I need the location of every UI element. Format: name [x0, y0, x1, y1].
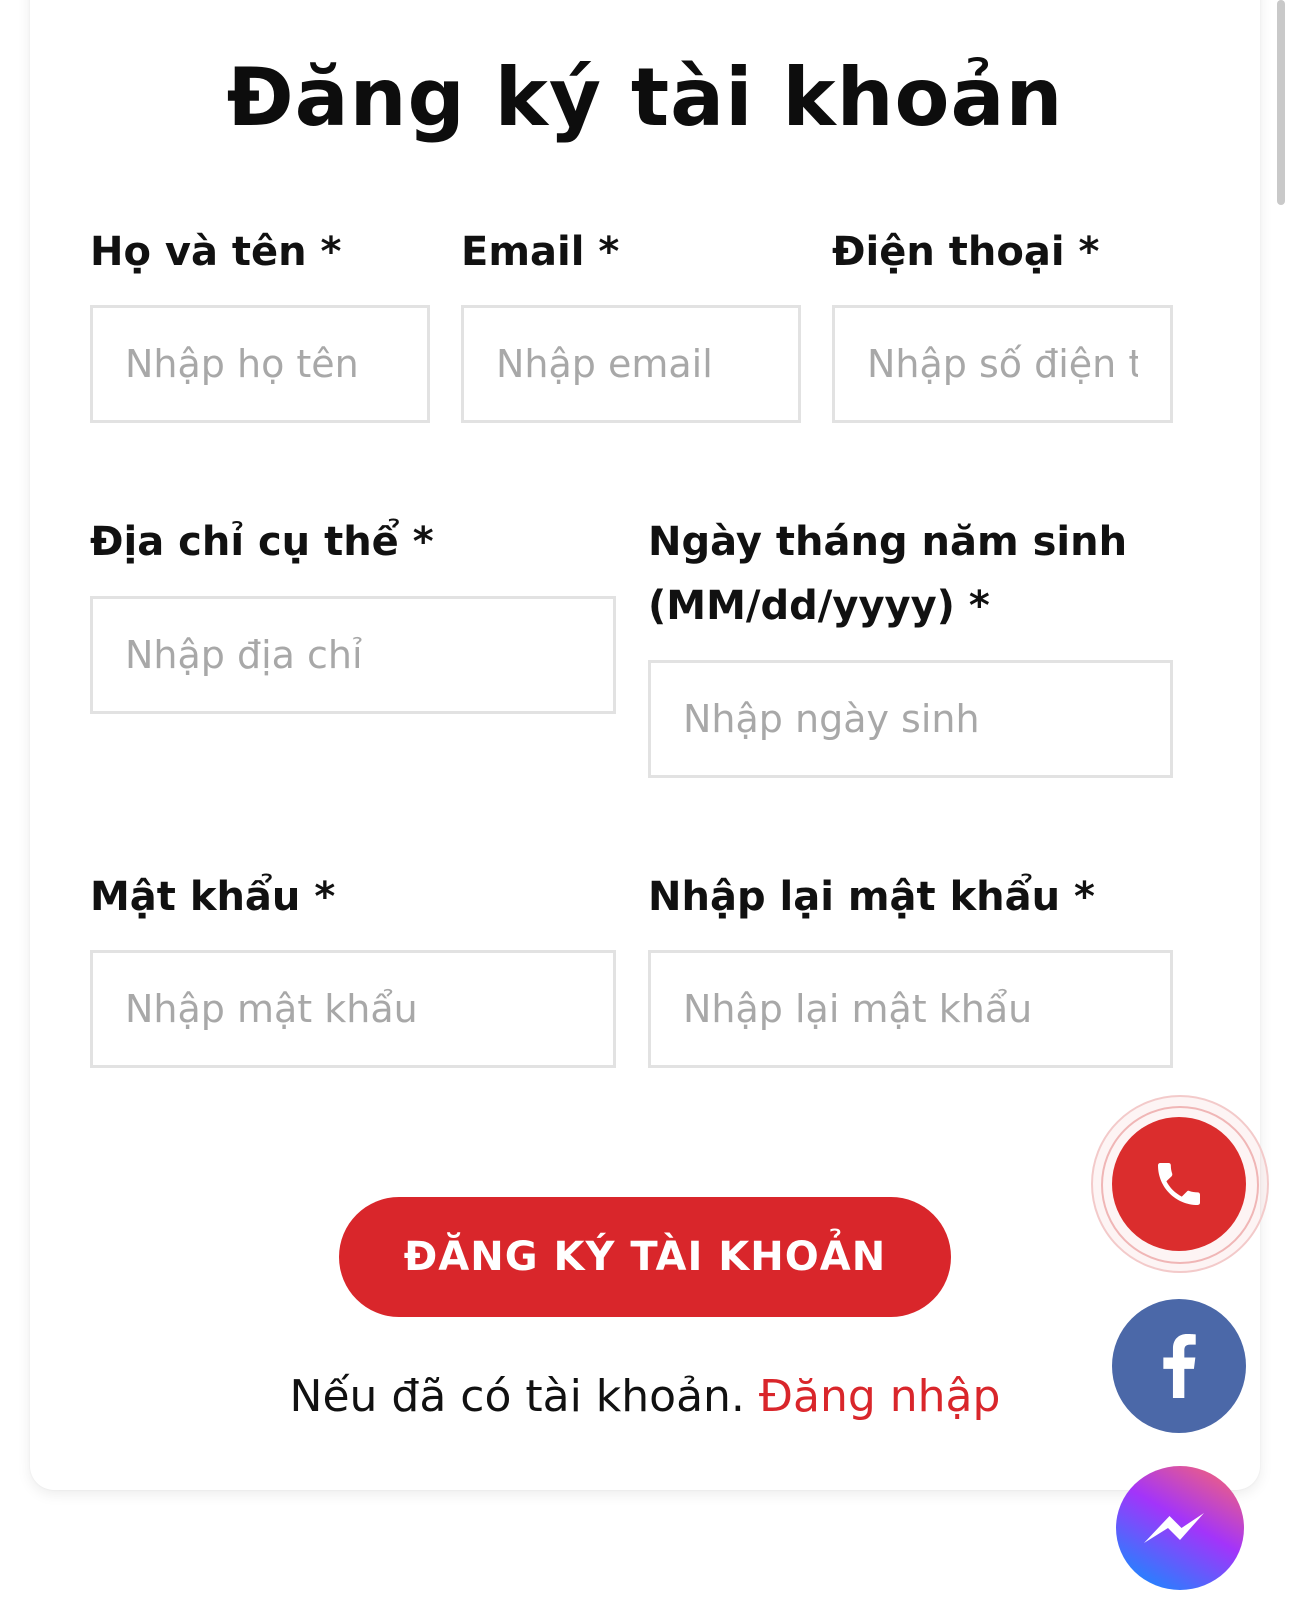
messenger-icon: [1144, 1513, 1204, 1543]
fullname-label: Họ và tên *: [90, 229, 342, 275]
birthday-input[interactable]: [648, 660, 1173, 778]
login-prompt-text: Nếu đã có tài khoản.: [289, 1371, 745, 1422]
phone-icon: [1158, 1163, 1200, 1205]
password-label: Mật khẩu *: [90, 874, 336, 920]
facebook-icon: [1163, 1334, 1196, 1398]
login-link[interactable]: Đăng nhập: [759, 1371, 1001, 1422]
facebook-button[interactable]: [1112, 1299, 1246, 1433]
call-button[interactable]: [1112, 1117, 1246, 1251]
email-label: Email *: [461, 229, 620, 275]
password-confirm-input[interactable]: [648, 950, 1173, 1068]
login-prompt: Nếu đã có tài khoản. Đăng nhập: [0, 1365, 1290, 1429]
address-label: Địa chỉ cụ thể *: [90, 519, 434, 565]
phone-label: Điện thoại *: [832, 229, 1100, 275]
messenger-button[interactable]: [1116, 1466, 1244, 1590]
phone-input[interactable]: [832, 305, 1173, 423]
password-confirm-label: Nhập lại mật khẩu *: [648, 874, 1095, 920]
page-title: Đăng ký tài khoản: [226, 51, 1064, 144]
birthday-label: Ngày tháng năm sinh (MM/dd/yyyy) *: [648, 519, 1128, 629]
email-input[interactable]: [461, 305, 801, 423]
password-input[interactable]: [90, 950, 616, 1068]
fullname-input[interactable]: [90, 305, 430, 423]
register-button[interactable]: ĐĂNG KÝ TÀI KHOẢN: [339, 1197, 951, 1317]
address-input[interactable]: [90, 596, 616, 714]
